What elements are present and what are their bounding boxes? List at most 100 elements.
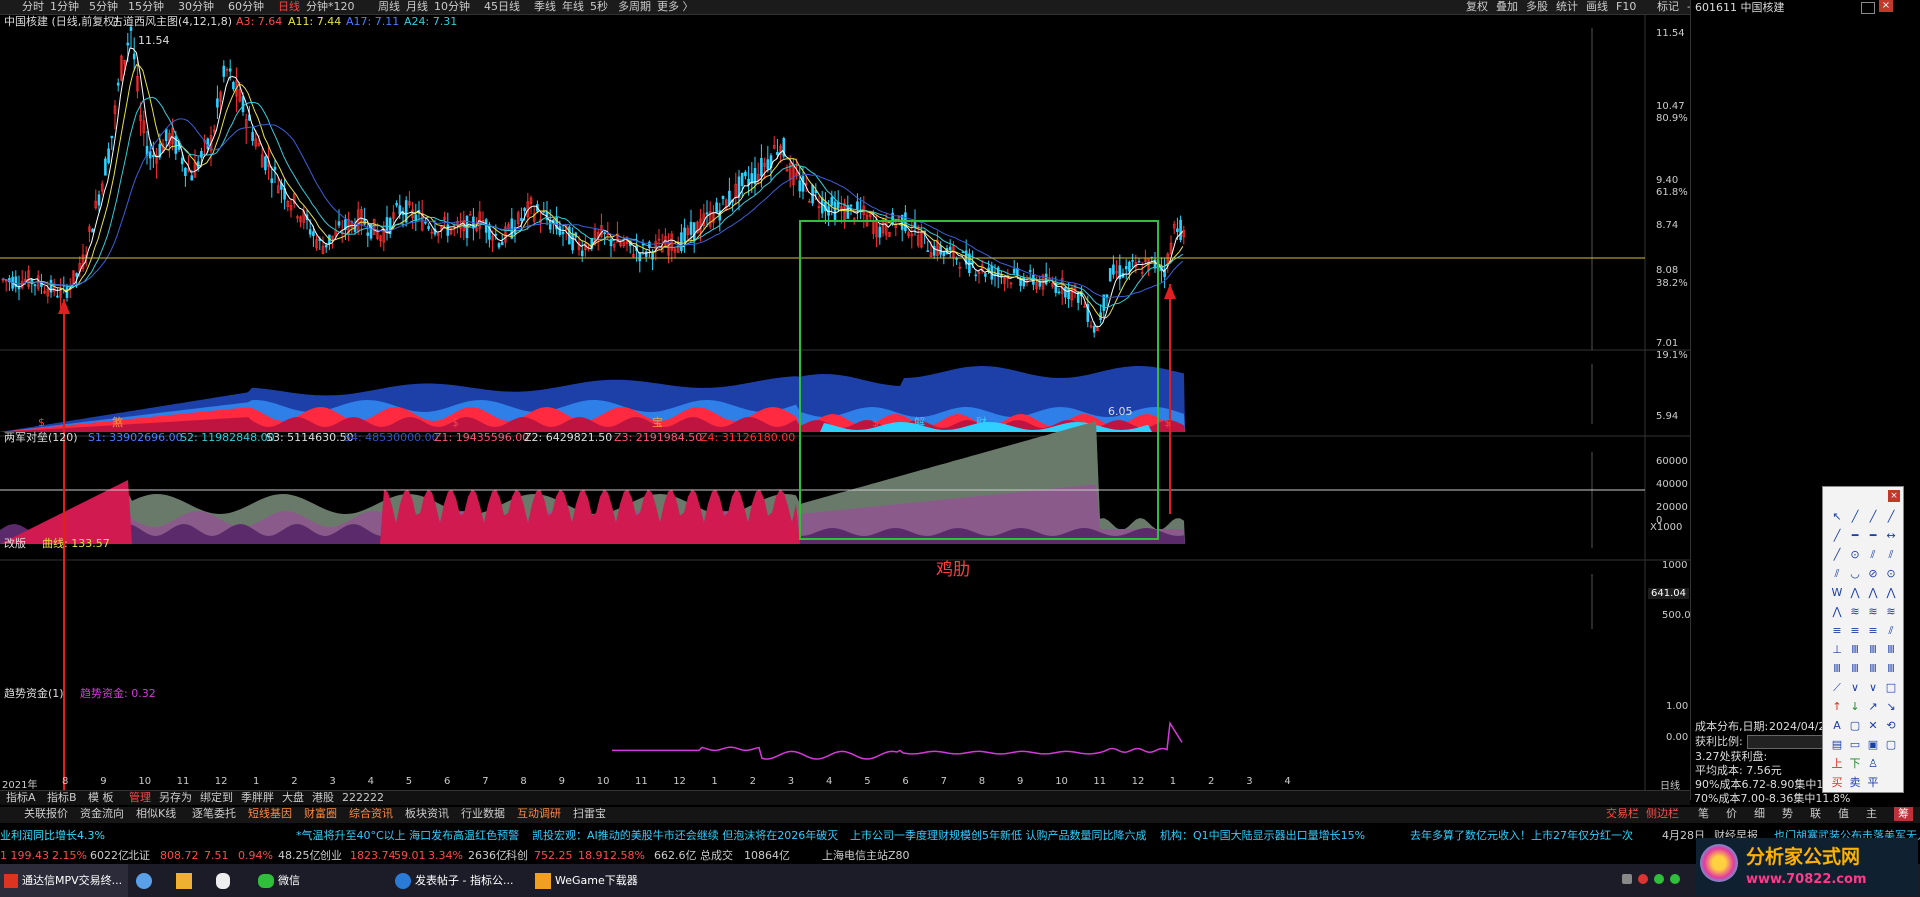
- toolbar-button[interactable]: 叠加: [1496, 0, 1518, 14]
- side-tab[interactable]: 侧边栏: [1646, 807, 1679, 821]
- draw-tool-icon[interactable]: □: [1883, 680, 1899, 696]
- panel3-title[interactable]: 改版: [4, 537, 26, 550]
- news-item[interactable]: 去年多算了数亿元收入！上市27年仅分红一次: [1410, 829, 1633, 842]
- news-item[interactable]: *气温将升至40°C以上 海口发布高温红色预警: [296, 829, 519, 842]
- toolbar-button[interactable]: 画线: [1586, 0, 1608, 14]
- draw-tool-icon[interactable]: ▢: [1883, 737, 1899, 753]
- chip-panel-tab[interactable]: 势: [1782, 807, 1793, 821]
- period-button[interactable]: 30分钟: [178, 0, 214, 14]
- draw-tool-icon[interactable]: ↘: [1883, 699, 1899, 715]
- taskbar-browser-icon[interactable]: [136, 864, 160, 897]
- period-button[interactable]: 月线: [406, 0, 428, 14]
- taskbar-app-edge[interactable]: 发表帖子 - 指标公...: [395, 864, 525, 897]
- period-button[interactable]: 45日线: [484, 0, 520, 14]
- draw-tool-icon[interactable]: ╱: [1847, 509, 1863, 525]
- news-item[interactable]: 凯投宏观：AI推动的美股牛市还会继续 但泡沫将在2026年破灭: [532, 829, 838, 842]
- taskbar-app-wegame[interactable]: WeGame下载器: [535, 864, 655, 897]
- draw-tool-icon[interactable]: Ⅲ: [1883, 642, 1899, 658]
- drawing-toolbar[interactable]: × ↖ ╱ ╱ ╱ ╱ ━ ━ ↔ ╱ ⊙ ⫽ ⫽ ⫽ ◡ ⊘ ⊙ W ⋀ ⋀ ⋀ ⋀ ≋ ≋ ≋ ≡ ≡ ≡ ⫽ ⊥ Ⅲ Ⅲ Ⅲ Ⅲ Ⅲ Ⅲ Ⅲ ⟋ ∨…: [1822, 486, 1904, 793]
- news-item[interactable]: 上市公司一季度理财规模创5年新低 认购产品数量同比降六成: [850, 829, 1147, 842]
- draw-tool-icon[interactable]: ╱: [1883, 509, 1899, 525]
- draw-tool-icon[interactable]: Ⅲ: [1847, 661, 1863, 677]
- draw-tool-icon[interactable]: ∨: [1865, 680, 1881, 696]
- draw-tool-icon[interactable]: ↖: [1829, 509, 1845, 525]
- info-tab[interactable]: 财富圈: [304, 807, 337, 821]
- info-tab[interactable]: 板块资讯: [405, 807, 449, 821]
- draw-tool-icon[interactable]: ⋀: [1847, 585, 1863, 601]
- draw-tool-icon[interactable]: ≡: [1829, 623, 1845, 639]
- news-item[interactable]: 业利润同比增长4.3%: [0, 829, 105, 842]
- indicator-name[interactable]: 古道西风主图(4,12,1,8): [112, 15, 232, 28]
- period-button[interactable]: 15分钟: [128, 0, 164, 14]
- chip-panel-tab[interactable]: 值: [1838, 807, 1849, 821]
- info-tab[interactable]: 短线基因: [248, 807, 292, 821]
- info-tab[interactable]: 相似K线: [136, 807, 176, 821]
- draw-tool-icon[interactable]: ▭: [1847, 737, 1863, 753]
- period-button[interactable]: 季线: [534, 0, 556, 14]
- info-tab[interactable]: 综合资讯: [349, 807, 393, 821]
- draw-tool-icon[interactable]: ⫽: [1829, 566, 1845, 582]
- taskbar-app-wechat[interactable]: 微信: [258, 864, 358, 897]
- period-button[interactable]: 日线: [278, 0, 300, 14]
- indicator-tab[interactable]: 另存为: [159, 791, 192, 805]
- draw-tool-icon[interactable]: ⊥: [1829, 642, 1845, 658]
- taskbar-app-tdx[interactable]: 通达信MPV交易终...: [0, 864, 128, 897]
- draw-tool-icon[interactable]: ╱: [1829, 528, 1845, 544]
- draw-tool-icon[interactable]: ↓: [1847, 699, 1863, 715]
- draw-tool-icon[interactable]: ⊘: [1865, 566, 1881, 582]
- draw-tool-icon[interactable]: ╱: [1865, 509, 1881, 525]
- toolbar-button[interactable]: 复权: [1466, 0, 1488, 14]
- draw-tool-icon[interactable]: ≋: [1883, 604, 1899, 620]
- close-icon[interactable]: ×: [1879, 0, 1893, 12]
- draw-tool-icon[interactable]: ▤: [1829, 737, 1845, 753]
- indicator-tab[interactable]: 指标B: [47, 791, 77, 805]
- draw-tool-icon[interactable]: ≡: [1865, 623, 1881, 639]
- info-tab[interactable]: 关联报价: [24, 807, 68, 821]
- draw-tool-icon[interactable]: ⫽: [1865, 547, 1881, 563]
- period-button[interactable]: 年线: [562, 0, 584, 14]
- chart-canvas[interactable]: [0, 14, 1690, 790]
- draw-tool-icon[interactable]: ━: [1847, 528, 1863, 544]
- toolbar-button[interactable]: F10: [1616, 0, 1636, 14]
- news-item[interactable]: 机构：Q1中国大陆显示器出口量增长15%: [1160, 829, 1365, 842]
- draw-tool-icon[interactable]: ↔: [1883, 528, 1899, 544]
- toolbar-button[interactable]: 统计: [1556, 0, 1578, 14]
- restore-window-icon[interactable]: [1861, 2, 1875, 14]
- chip-panel-tab[interactable]: 细: [1754, 807, 1765, 821]
- indicator-tab[interactable]: 绑定到: [200, 791, 233, 805]
- indicator-tab[interactable]: 管理: [129, 791, 151, 805]
- draw-tool-icon[interactable]: ⟲: [1883, 718, 1899, 734]
- draw-tool-icon[interactable]: ↗: [1865, 699, 1881, 715]
- period-button[interactable]: 1分钟: [50, 0, 79, 14]
- toolbar-button[interactable]: 标记: [1657, 0, 1679, 14]
- draw-tool-icon[interactable]: Ⅲ: [1829, 661, 1845, 677]
- period-button[interactable]: 更多 〉: [657, 0, 694, 14]
- draw-tool-icon[interactable]: ⫽: [1883, 623, 1899, 639]
- draw-tool-icon[interactable]: 下: [1847, 756, 1863, 772]
- draw-tool-icon[interactable]: 买: [1829, 775, 1845, 791]
- chip-panel-tab[interactable]: 筹: [1894, 807, 1913, 821]
- period-button[interactable]: 5秒: [590, 0, 608, 14]
- info-tab[interactable]: 逐笔委托: [192, 807, 236, 821]
- taskbar-folder-icon[interactable]: [176, 864, 200, 897]
- draw-tool-icon[interactable]: ≡: [1847, 623, 1863, 639]
- draw-tool-icon[interactable]: ⋀: [1883, 585, 1899, 601]
- indicator-tab[interactable]: 港股: [312, 791, 334, 805]
- draw-tool-icon[interactable]: ↑: [1829, 699, 1845, 715]
- chip-panel-tab[interactable]: 笔: [1698, 807, 1709, 821]
- toolbar-button[interactable]: 多股: [1526, 0, 1548, 14]
- period-button[interactable]: 分钟*120: [306, 0, 355, 14]
- period-button[interactable]: 多周期: [618, 0, 651, 14]
- period-button[interactable]: 60分钟: [228, 0, 264, 14]
- draw-tool-icon[interactable]: ≋: [1865, 604, 1881, 620]
- info-tab[interactable]: 互动调研: [517, 807, 561, 821]
- info-tab[interactable]: 扫雷宝: [573, 807, 606, 821]
- period-button[interactable]: 5分钟: [89, 0, 118, 14]
- draw-tool-icon[interactable]: ≋: [1847, 604, 1863, 620]
- draw-tool-icon[interactable]: Ⅲ: [1865, 642, 1881, 658]
- draw-tool-icon[interactable]: ◡: [1847, 566, 1863, 582]
- indicator-tab[interactable]: 大盘: [282, 791, 304, 805]
- draw-tool-icon[interactable]: A: [1829, 718, 1845, 734]
- indicator-tab[interactable]: 季胖胖: [241, 791, 274, 805]
- indicator-tab[interactable]: 模 板: [88, 791, 114, 805]
